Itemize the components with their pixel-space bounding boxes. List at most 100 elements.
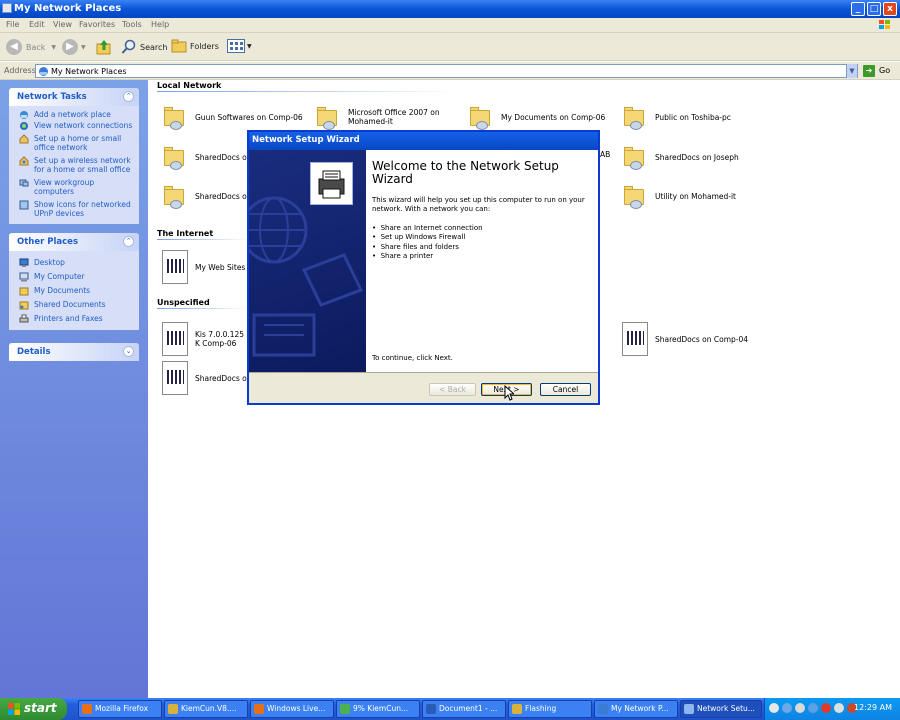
other-places-box: Other Places ⌃ Desktop My Computer My Do… xyxy=(9,233,139,330)
address-input[interactable]: My Network Places ▼ xyxy=(35,64,858,78)
forward-arrow-icon: ▶ xyxy=(62,39,78,55)
unspecified-item[interactable]: SharedDocs on Comp-04 xyxy=(622,322,748,356)
views-button[interactable]: ▼ xyxy=(227,39,252,53)
group-unspecified: Unspecified xyxy=(157,298,210,307)
collapse-icon[interactable]: ⌃ xyxy=(123,91,134,102)
taskbar-button-firefox[interactable]: Mozilla Firefox xyxy=(78,700,162,718)
place-my-computer[interactable]: My Computer xyxy=(9,272,139,282)
network-share-item[interactable]: Guun Softwares on Comp-06 xyxy=(162,104,303,130)
menu-edit[interactable]: Edit xyxy=(29,20,45,29)
start-button[interactable]: start xyxy=(0,698,67,720)
my-computer-icon xyxy=(19,272,29,282)
network-places-icon xyxy=(39,67,48,76)
tray-app-icon[interactable] xyxy=(808,703,818,713)
wizard-side-banner xyxy=(249,150,366,372)
firefox-icon xyxy=(254,704,264,714)
back-button[interactable]: ◀ Back ▼ xyxy=(6,39,56,55)
taskbar-button-kiemcun[interactable]: KiemCun.V8.... xyxy=(164,700,248,718)
task-view-network-connections[interactable]: View network connections xyxy=(9,121,139,130)
minimize-button[interactable]: _ xyxy=(851,2,865,16)
collapse-icon[interactable]: ⌃ xyxy=(123,236,134,247)
network-share-item[interactable]: Utility on Mohamed-it xyxy=(622,183,736,209)
task-show-upnp-icons[interactable]: Show icons for networked UPnP devices xyxy=(9,200,139,218)
cancel-button[interactable]: Cancel xyxy=(540,383,591,396)
wizard-content: Welcome to the Network Setup Wizard This… xyxy=(366,150,598,372)
place-desktop[interactable]: Desktop xyxy=(9,258,139,267)
chevron-down-icon: ▼ xyxy=(81,43,86,51)
taskbar-button-flashing[interactable]: Flashing xyxy=(508,700,592,718)
task-pane: Network Tasks ⌃ Add a network place View… xyxy=(0,80,148,698)
menu-view[interactable]: View xyxy=(53,20,72,29)
wizard-intro: This wizard will help you set up this co… xyxy=(372,196,585,213)
task-setup-home-network[interactable]: Set up a home or small office network xyxy=(9,134,139,152)
place-printers-and-faxes[interactable]: Printers and Faxes xyxy=(9,314,139,323)
mouse-cursor-icon xyxy=(504,385,514,401)
windows-logo-icon xyxy=(879,20,890,29)
task-setup-wireless-network[interactable]: Set up a wireless network for a home or … xyxy=(9,156,139,174)
network-folder-icon xyxy=(622,104,648,130)
expand-icon[interactable]: ⌄ xyxy=(123,346,134,357)
tray-app-icon[interactable] xyxy=(795,703,805,713)
network-tasks-header[interactable]: Network Tasks ⌃ xyxy=(9,88,139,106)
back-button[interactable]: < Back xyxy=(429,383,476,396)
tray-app-icon[interactable] xyxy=(834,703,844,713)
network-share-item[interactable]: My Documents on Comp-06 xyxy=(468,104,605,130)
system-tray: 12:29 AM xyxy=(764,698,900,720)
list-item: • Set up Windows Firewall xyxy=(372,233,466,242)
folders-button[interactable]: Folders xyxy=(171,39,219,53)
dialog-titlebar[interactable]: Network Setup Wizard xyxy=(249,132,598,150)
window-titlebar[interactable]: My Network Places _ □ x xyxy=(0,0,900,18)
network-share-item[interactable]: Public on Toshiba-pc xyxy=(622,104,731,130)
network-folder-icon xyxy=(622,144,648,170)
wireless-network-icon xyxy=(19,156,29,166)
speaker-icon[interactable] xyxy=(769,703,779,713)
device-icon xyxy=(162,361,188,395)
wizard-continue-text: To continue, click Next. xyxy=(372,354,453,362)
search-button[interactable]: Search xyxy=(121,39,167,55)
web-folder-icon xyxy=(162,250,188,284)
place-my-documents[interactable]: My Documents xyxy=(9,286,139,296)
network-share-label-fragment: AB xyxy=(600,150,611,159)
folders-icon xyxy=(171,39,187,53)
toolbar: ◀ Back ▼ ▶ ▼ Search Folders ▼ xyxy=(0,33,900,61)
menu-favorites[interactable]: Favorites xyxy=(79,20,115,29)
network-share-item[interactable]: SharedDocs on xyxy=(162,183,252,209)
menu-help[interactable]: Help xyxy=(151,20,169,29)
group-divider xyxy=(157,91,457,92)
details-header[interactable]: Details ⌄ xyxy=(9,343,139,361)
go-button[interactable]: ➔ Go xyxy=(863,64,897,78)
task-add-network-place[interactable]: Add a network place xyxy=(9,110,139,119)
address-label: Address xyxy=(4,66,36,75)
network-tray-icon[interactable] xyxy=(782,703,792,713)
taskbar-button-windows-live[interactable]: Windows Live... xyxy=(250,700,334,718)
antivirus-icon[interactable] xyxy=(821,703,831,713)
taskbar-button-download[interactable]: 9% KiemCun... xyxy=(336,700,420,718)
up-folder-button[interactable] xyxy=(96,39,112,55)
taskbar-button-my-network-places[interactable]: My Network P... xyxy=(594,700,678,718)
network-share-item[interactable]: SharedDocs on Joseph xyxy=(622,144,739,170)
network-share-item[interactable]: Microsoft Office 2007 on Mohamed-it xyxy=(315,104,443,130)
chevron-down-icon: ▼ xyxy=(247,42,252,50)
address-dropdown-icon[interactable]: ▼ xyxy=(846,64,857,78)
task-view-workgroup-computers[interactable]: View workgroup computers xyxy=(9,178,139,196)
other-places-header[interactable]: Other Places ⌃ xyxy=(9,233,139,251)
menu-tools[interactable]: Tools xyxy=(122,20,142,29)
unspecified-item[interactable]: SharedDocs on xyxy=(162,361,252,395)
maximize-button[interactable]: □ xyxy=(867,2,881,16)
windows-flag-icon xyxy=(8,703,20,715)
clock[interactable]: 12:29 AM xyxy=(854,703,892,712)
forward-button[interactable]: ▶ ▼ xyxy=(62,39,86,55)
network-share-item[interactable]: SharedDocs on xyxy=(162,144,252,170)
my-documents-icon xyxy=(19,287,29,296)
workgroup-computers-icon xyxy=(19,179,29,187)
place-shared-documents[interactable]: Shared Documents xyxy=(9,300,139,310)
device-icon xyxy=(622,322,648,356)
taskbar-button-network-setup[interactable]: Network Setu... xyxy=(680,700,762,718)
web-site-item[interactable]: My Web Sites o xyxy=(162,250,252,284)
close-button[interactable]: x xyxy=(883,2,897,16)
taskbar-button-document1[interactable]: Document1 - ... xyxy=(422,700,506,718)
menu-file[interactable]: File xyxy=(6,20,19,29)
unspecified-item[interactable]: Kis 7.0.0.125 K Comp-06 xyxy=(162,322,250,356)
network-folder-icon xyxy=(162,183,188,209)
search-icon xyxy=(121,39,136,54)
